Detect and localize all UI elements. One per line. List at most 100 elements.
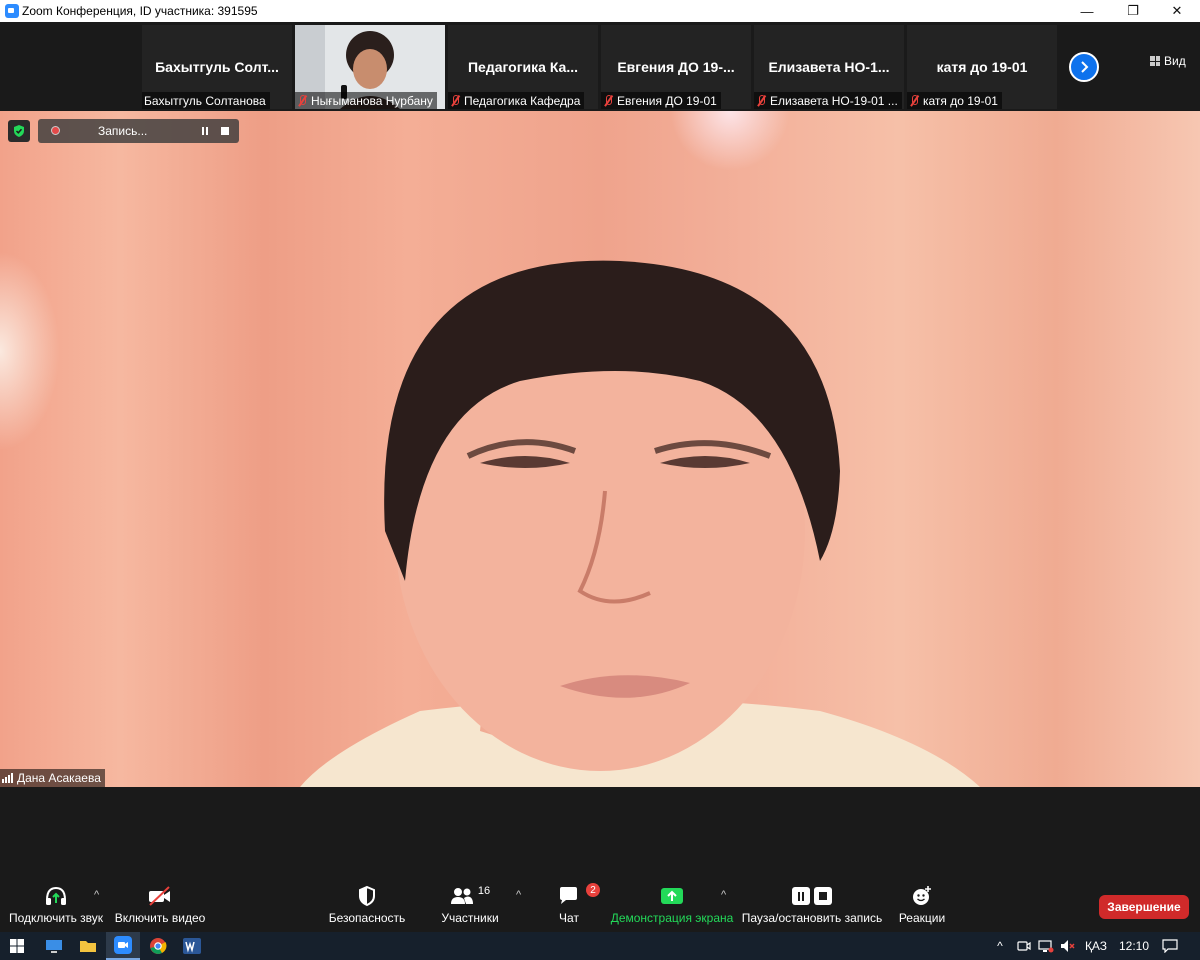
join-audio-button[interactable]: Подключить звук bbox=[6, 883, 106, 931]
tray-overflow-caret[interactable]: ^ bbox=[990, 932, 1010, 960]
audio-options-caret[interactable]: ^ bbox=[94, 889, 99, 901]
chevron-right-icon bbox=[1081, 61, 1089, 73]
share-screen-button[interactable]: Демонстрация экрана bbox=[610, 883, 734, 931]
taskbar-file-explorer[interactable] bbox=[72, 932, 104, 960]
participant-gallery-strip: Бахытгуль Солт... Бахытгуль Солтанова Ны… bbox=[0, 22, 1200, 111]
view-layout-button[interactable]: Вид bbox=[1150, 54, 1186, 68]
tray-language[interactable]: ҚАЗ bbox=[1080, 932, 1112, 960]
speaker-figure bbox=[300, 260, 980, 787]
share-screen-icon bbox=[661, 888, 683, 904]
recording-pause-button[interactable] bbox=[197, 123, 213, 139]
participants-icon bbox=[450, 888, 473, 904]
shield-icon bbox=[359, 885, 375, 907]
taskbar-zoom[interactable] bbox=[106, 932, 140, 960]
pause-stop-recording-button[interactable]: Пауза/остановить запись bbox=[742, 883, 882, 931]
os-taskbar: ^ ҚАЗ 12:10 bbox=[0, 932, 1200, 960]
participants-options-caret[interactable]: ^ bbox=[516, 889, 521, 901]
minimize-button[interactable]: — bbox=[1064, 0, 1110, 22]
security-label: Безопасность bbox=[328, 911, 406, 925]
grid-view-icon bbox=[1150, 56, 1160, 66]
security-button[interactable]: Безопасность bbox=[322, 883, 412, 931]
recording-dot-icon bbox=[51, 126, 60, 135]
action-center[interactable] bbox=[1158, 932, 1182, 960]
monitor-icon bbox=[46, 940, 62, 953]
mic-muted-icon bbox=[909, 94, 919, 107]
participants-count: 16 bbox=[477, 885, 491, 897]
active-speaker-video bbox=[0, 111, 1200, 787]
participant-caption: Педагогика Кафедра bbox=[448, 92, 585, 109]
participant-caption: Елизавета НО-19-01 ... bbox=[754, 92, 902, 109]
close-button[interactable]: ✕ bbox=[1154, 0, 1200, 22]
join-audio-label: Подключить звук bbox=[8, 911, 104, 925]
share-screen-label: Демонстрация экрана bbox=[610, 911, 734, 925]
start-video-button[interactable]: Включить видео bbox=[112, 883, 208, 931]
participant-caption: Евгения ДО 19-01 bbox=[601, 92, 721, 109]
pause-icon bbox=[792, 887, 810, 905]
gallery-next-button[interactable] bbox=[1069, 52, 1099, 82]
chat-unread-badge: 2 bbox=[586, 883, 600, 897]
recording-stop-button[interactable] bbox=[221, 127, 229, 135]
participant-tile[interactable]: Бахытгуль Солт... Бахытгуль Солтанова bbox=[142, 25, 292, 109]
stop-icon bbox=[814, 887, 832, 905]
recording-indicator: Запись... bbox=[38, 119, 239, 143]
tray-network[interactable] bbox=[1036, 932, 1056, 960]
participants-label: Участники bbox=[441, 911, 499, 925]
participant-caption: катя до 19-01 bbox=[907, 92, 1002, 109]
tray-volume[interactable] bbox=[1058, 932, 1078, 960]
notification-icon bbox=[1162, 939, 1178, 953]
pause-stop-recording-label: Пауза/остановить запись bbox=[741, 911, 883, 925]
participant-caption: Нығыманова Нурбану bbox=[295, 92, 437, 109]
reactions-button[interactable]: Реакции bbox=[896, 883, 948, 931]
chrome-icon bbox=[150, 938, 167, 954]
participant-tile[interactable]: Евгения ДО 19-... Евгения ДО 19-01 bbox=[601, 25, 751, 109]
participants-button[interactable]: 16 Участники bbox=[432, 883, 508, 931]
speaker-muted-icon bbox=[1061, 940, 1075, 952]
taskbar-word[interactable] bbox=[176, 932, 208, 960]
recording-label: Запись... bbox=[98, 124, 148, 138]
windows-logo-icon bbox=[10, 939, 24, 953]
participant-tile[interactable]: катя до 19-01 катя до 19-01 bbox=[907, 25, 1057, 109]
participant-caption-text: Евгения ДО 19-01 bbox=[617, 93, 717, 108]
chat-button[interactable]: 2 Чат bbox=[544, 883, 600, 931]
word-icon bbox=[183, 938, 201, 954]
participant-caption-text: Бахытгуль Солтанова bbox=[144, 93, 266, 108]
mic-muted-icon bbox=[450, 94, 460, 107]
participant-caption: Бахытгуль Солтанова bbox=[142, 92, 270, 109]
camera-icon bbox=[1017, 941, 1031, 951]
active-speaker-name: Дана Асакаева bbox=[17, 771, 101, 785]
encryption-shield-badge[interactable] bbox=[8, 120, 30, 142]
view-layout-label: Вид bbox=[1164, 54, 1186, 68]
shield-check-icon bbox=[14, 125, 24, 137]
participant-tile[interactable]: Педагогика Ка... Педагогика Кафедра bbox=[448, 25, 598, 109]
smiley-add-icon bbox=[913, 886, 931, 905]
zoom-app-icon bbox=[5, 4, 19, 18]
network-icon bbox=[1038, 940, 1054, 953]
reactions-label: Реакции bbox=[898, 911, 946, 925]
taskbar-desktop-app[interactable] bbox=[38, 932, 70, 960]
participant-tile-video[interactable]: Нығыманова Нурбану bbox=[295, 25, 445, 109]
share-options-caret[interactable]: ^ bbox=[721, 889, 726, 901]
chat-bubble-icon bbox=[560, 887, 577, 904]
video-camera-off-icon bbox=[149, 886, 170, 906]
tray-meet-now[interactable] bbox=[1014, 932, 1034, 960]
chat-label: Чат bbox=[559, 911, 579, 925]
taskbar-chrome[interactable] bbox=[142, 932, 174, 960]
end-meeting-button[interactable]: Завершение bbox=[1099, 895, 1189, 919]
folder-icon bbox=[80, 941, 96, 952]
signal-strength-icon bbox=[2, 773, 13, 783]
headphones-icon bbox=[46, 886, 66, 905]
active-speaker-tag: Дана Асакаева bbox=[0, 769, 105, 787]
zoom-icon bbox=[114, 936, 132, 954]
participant-caption-text: Елизавета НО-19-01 ... bbox=[770, 93, 898, 108]
windows-start-button[interactable] bbox=[0, 932, 34, 960]
participant-tile[interactable]: Елизавета НО-1... Елизавета НО-19-01 ... bbox=[754, 25, 904, 109]
mic-muted-icon bbox=[297, 94, 307, 107]
tray-clock[interactable]: 12:10 bbox=[1114, 932, 1154, 960]
window-title: Zoom Конференция, ID участника: 391595 bbox=[22, 4, 258, 18]
participant-caption-text: Нығыманова Нурбану bbox=[311, 93, 433, 108]
maximize-button[interactable]: ❐ bbox=[1110, 0, 1156, 22]
participant-caption-text: Педагогика Кафедра bbox=[464, 93, 581, 108]
mic-muted-icon bbox=[756, 94, 766, 107]
window-title-bar[interactable]: Zoom Конференция, ID участника: 391595 —… bbox=[0, 0, 1200, 22]
mic-muted-icon bbox=[603, 94, 613, 107]
